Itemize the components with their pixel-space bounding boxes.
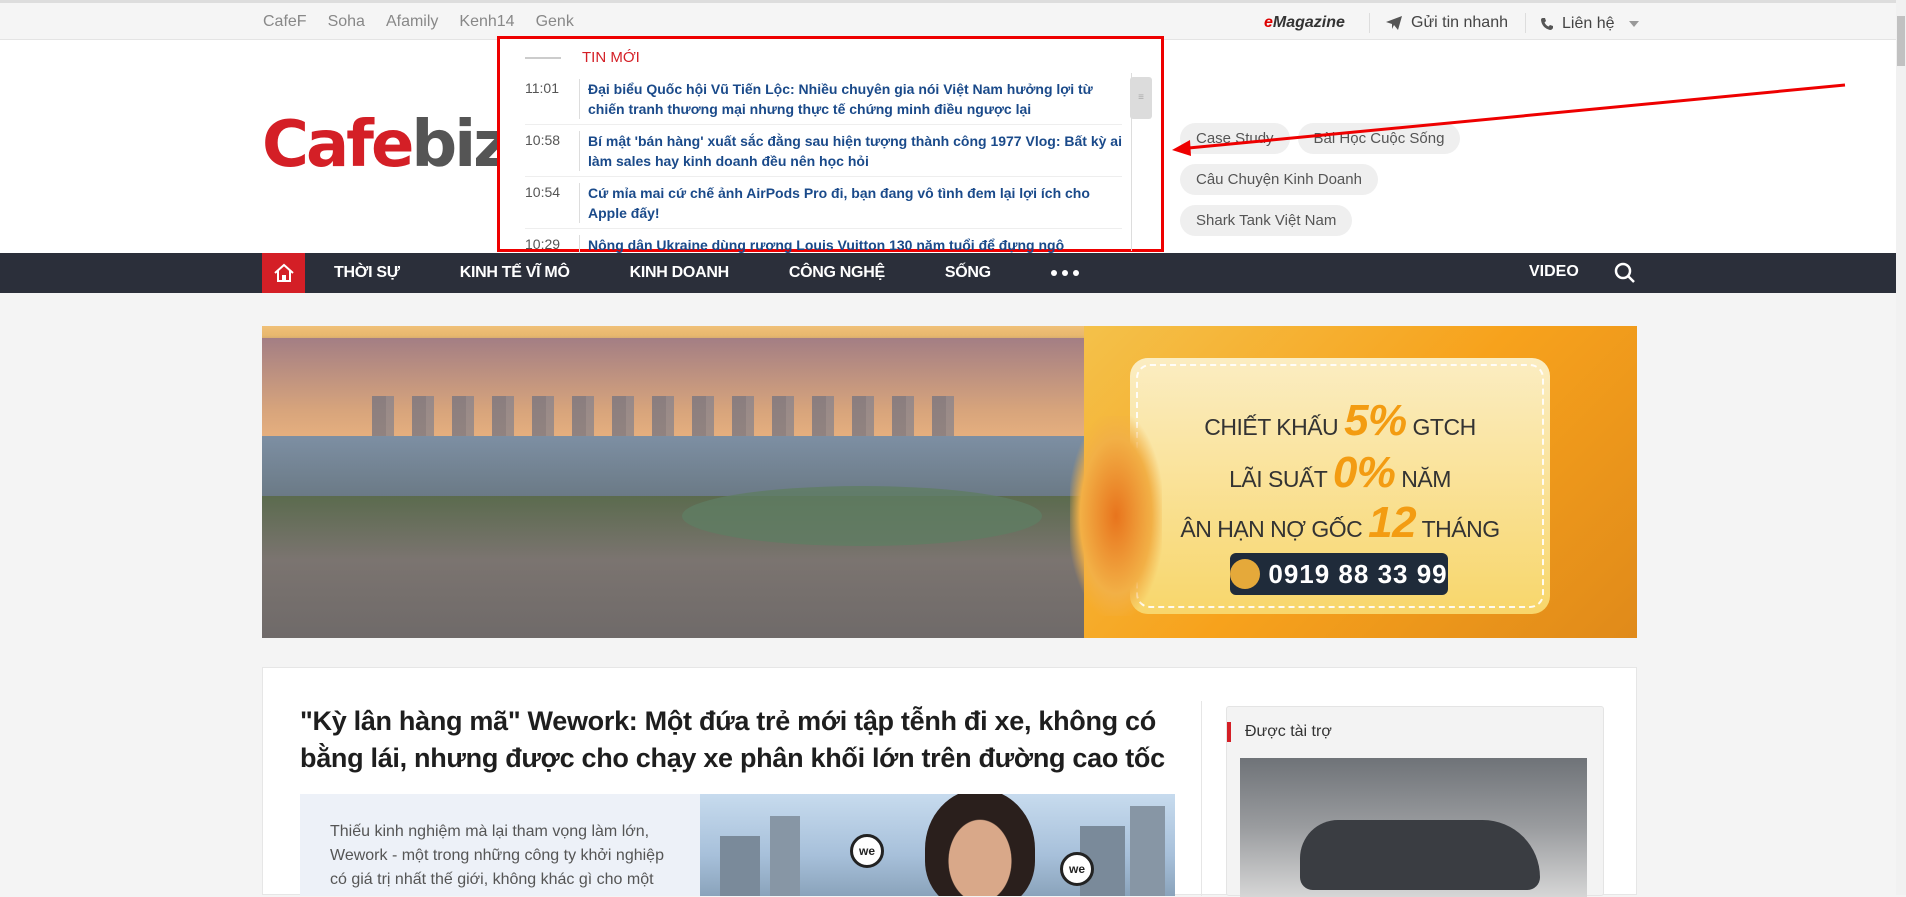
offer-line3-text: ÂN HẠN NỢ GỐC	[1180, 516, 1363, 542]
latest-news-panel: TIN MỚI 11:01 Đại biểu Quốc hội Vũ Tiến …	[497, 36, 1164, 259]
link-kenh14[interactable]: Kenh14	[459, 13, 514, 31]
more-menu-icon[interactable]	[1050, 270, 1079, 276]
banner-river	[262, 436, 1084, 496]
offer-line-2: LÃI SUẤT 0% NĂM	[1130, 448, 1550, 498]
send-news-label: Gửi tin nhanh	[1411, 14, 1508, 31]
car-illustration	[1300, 820, 1540, 890]
offer-line-3: ÂN HẠN NỢ GỐC 12 THÁNG	[1130, 498, 1550, 548]
news-item[interactable]: 11:01 Đại biểu Quốc hội Vũ Tiến Lộc: Nhi…	[525, 73, 1122, 125]
contact-label: Liên hệ	[1562, 15, 1615, 32]
sponsored-box: Được tài trợ	[1226, 706, 1604, 897]
news-headline[interactable]: Đại biểu Quốc hội Vũ Tiến Lộc: Nhiều chu…	[588, 79, 1122, 119]
link-afamily[interactable]: Afamily	[386, 13, 438, 31]
sponsored-title: Được tài trợ	[1227, 722, 1332, 742]
article-image[interactable]: we we	[700, 794, 1175, 896]
link-soha[interactable]: Soha	[328, 13, 365, 31]
phone-icon	[1541, 18, 1553, 30]
main-nav: THỜI SỰ KINH TẾ VĨ MÔ KINH DOANH CÔNG NG…	[0, 253, 1906, 293]
paper-plane-icon	[1386, 16, 1402, 30]
tag-shark-tank[interactable]: Shark Tank Việt Nam	[1180, 205, 1353, 236]
news-time: 10:29	[525, 235, 580, 253]
offer-line2-highlight: 0%	[1332, 448, 1396, 497]
logo-part-cafe: Cafe	[262, 108, 414, 182]
home-icon	[273, 263, 294, 282]
header-line	[525, 56, 561, 59]
news-headline[interactable]: Bí mật 'bán hàng' xuất sắc đằng sau hiện…	[588, 131, 1122, 171]
building	[720, 836, 760, 896]
building	[1130, 806, 1165, 896]
banner-offer-card: CHIẾT KHẤU 5% GTCH LÃI SUẤT 0% NĂM ÂN HẠ…	[1130, 358, 1550, 614]
network-links: CafeF Soha Afamily Kenh14 Genk	[263, 13, 595, 31]
news-item[interactable]: 10:58 Bí mật 'bán hàng' xuất sắc đằng sa…	[525, 125, 1122, 177]
site-logo[interactable]: Cafebiz	[262, 113, 510, 177]
logo-part-biz: biz	[411, 108, 510, 182]
offer-line3-suffix: THÁNG	[1421, 516, 1501, 542]
offer-line2-text: LÃI SUẤT	[1229, 466, 1327, 492]
latest-news-list: 11:01 Đại biểu Quốc hội Vũ Tiến Lộc: Nhi…	[525, 73, 1122, 259]
chevron-down-icon	[1628, 21, 1639, 27]
portrait	[925, 794, 1035, 896]
phone-icon	[1230, 559, 1261, 589]
nav-menu: THỜI SỰ KINH TẾ VĨ MÔ KINH DOANH CÔNG NG…	[334, 253, 1079, 293]
nav-kinh-te-vi-mo[interactable]: KINH TẾ VĨ MÔ	[460, 264, 570, 282]
news-time: 10:54	[525, 183, 580, 223]
article-sapo: Thiếu kinh nghiệm mà lại tham vọng làm l…	[300, 794, 700, 896]
tag-cau-chuyen-kinh-doanh[interactable]: Câu Chuyện Kinh Doanh	[1180, 164, 1378, 195]
article-title[interactable]: "Kỳ lân hàng mã" Wework: Một đứa trẻ mới…	[300, 703, 1180, 777]
search-icon[interactable]	[1614, 262, 1636, 289]
nav-video[interactable]: VIDEO	[1529, 263, 1579, 281]
leaf-decoration	[1070, 416, 1162, 616]
offer-phone[interactable]: 0919 88 33 99	[1230, 553, 1448, 595]
emagazine-link[interactable]: eMagazine	[1264, 14, 1345, 32]
news-time: 10:58	[525, 131, 580, 171]
emagazine-label: Magazine	[1272, 14, 1345, 31]
offer-line1-suffix: GTCH	[1412, 414, 1477, 440]
top-bar: CafeF Soha Afamily Kenh14 Genk eMagazine…	[0, 0, 1906, 40]
sponsored-image[interactable]	[1240, 758, 1587, 897]
nav-thoi-su[interactable]: THỜI SỰ	[334, 264, 400, 282]
wework-logo: we	[850, 834, 884, 868]
home-button[interactable]	[262, 253, 305, 293]
latest-news-title: TIN MỚI	[582, 49, 640, 66]
nav-song[interactable]: SỐNG	[945, 264, 991, 282]
link-cafef[interactable]: CafeF	[263, 13, 307, 31]
nav-cong-nghe[interactable]: CÔNG NGHỆ	[789, 264, 885, 282]
scrollbar-thumb[interactable]: ≡	[1130, 77, 1152, 119]
offer-line1-highlight: 5%	[1344, 396, 1407, 445]
latest-news-header: TIN MỚI	[525, 49, 640, 66]
offer-line1-text: CHIẾT KHẤU	[1204, 414, 1339, 440]
main-content: "Kỳ lân hàng mã" Wework: Một đứa trẻ mới…	[262, 667, 1637, 897]
news-headline[interactable]: Nông dân Ukraine dùng rương Louis Vuitto…	[588, 235, 1122, 253]
building	[770, 816, 800, 896]
news-headline[interactable]: Cứ mỉa mai cứ chế ảnh AirPods Pro đi, bạ…	[588, 183, 1122, 223]
column-divider	[1201, 701, 1202, 896]
contact-dropdown[interactable]: Liên hệ	[1540, 15, 1639, 33]
page-scrollbar[interactable]	[1896, 0, 1906, 895]
offer-line2-suffix: NĂM	[1401, 466, 1451, 492]
annotation-arrow	[1172, 83, 1846, 156]
divider	[1369, 13, 1370, 33]
nav-kinh-doanh[interactable]: KINH DOANH	[630, 264, 730, 282]
wework-logo: we	[1060, 852, 1094, 886]
news-item[interactable]: 10:54 Cứ mỉa mai cứ chế ảnh AirPods Pro …	[525, 177, 1122, 229]
offer-phone-number: 0919 88 33 99	[1268, 558, 1448, 589]
send-news-button[interactable]: Gửi tin nhanh	[1385, 14, 1508, 32]
page-scrollbar-thumb[interactable]	[1897, 16, 1905, 66]
news-scrollbar[interactable]: ≡	[1130, 73, 1152, 251]
ad-banner[interactable]: CHIẾT KHẤU 5% GTCH LÃI SUẤT 0% NĂM ÂN HẠ…	[262, 326, 1637, 638]
offer-line-1: CHIẾT KHẤU 5% GTCH	[1130, 396, 1550, 446]
offer-line3-highlight: 12	[1368, 498, 1417, 547]
news-time: 11:01	[525, 79, 580, 119]
emagazine-prefix: e	[1264, 14, 1273, 31]
divider	[1525, 13, 1526, 33]
banner-garden	[682, 486, 1042, 546]
link-genk[interactable]: Genk	[536, 13, 574, 31]
